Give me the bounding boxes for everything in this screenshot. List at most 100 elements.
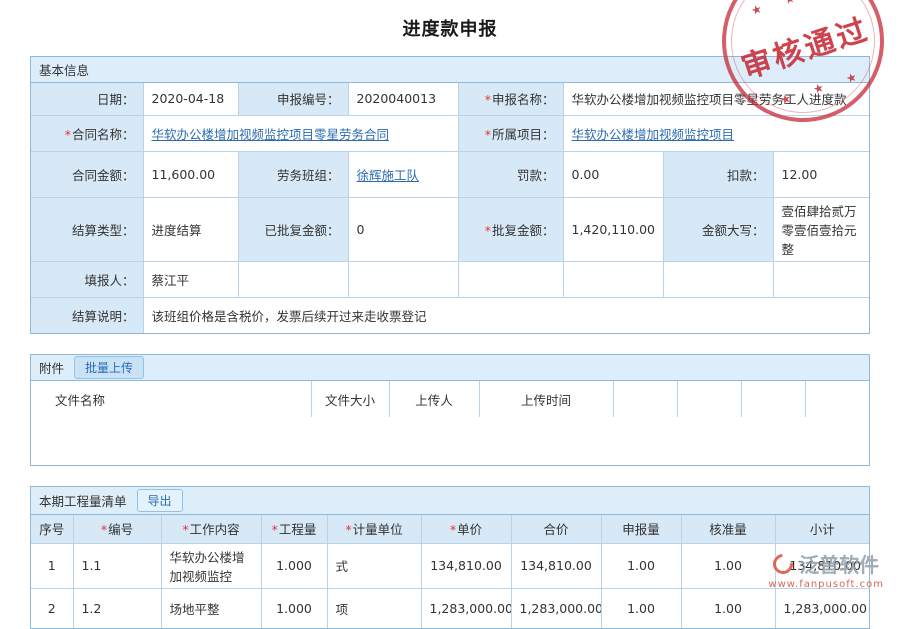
quantity-row: 1 1.1 华软办公楼增加视频监控 1.000 式 134,810.00 134… [31, 543, 869, 588]
labor-team-label: 劳务班组： [238, 151, 348, 197]
brand-url: www.fanpusoft.com [768, 579, 884, 590]
qty-col-content: *工作内容 [161, 515, 261, 543]
empty-cell [563, 261, 663, 297]
approved-amount-value: 0 [348, 197, 458, 261]
qty-col-subtotal: 小计 [775, 515, 869, 543]
batch-upload-button[interactable]: 批量上传 [74, 356, 144, 379]
amount-words-value: 壹佰肆拾贰万零壹佰壹拾元整 [773, 197, 869, 261]
attachments-title: 附件 [39, 358, 64, 377]
empty-cell [773, 261, 869, 297]
cell-approved: 1.00 [681, 543, 775, 588]
declaration-no-label: 申报编号： [238, 83, 348, 115]
cell-seq: 1 [31, 543, 73, 588]
labor-team-link[interactable]: 徐辉施工队 [357, 168, 420, 183]
required-asterisk: * [272, 522, 278, 537]
cell-total: 134,810.00 [511, 543, 601, 588]
attachments-col-file-size: 文件大小 [311, 381, 389, 417]
quantity-list-section: 本期工程量清单 导出 序号 *编号 *工作内容 *工程量 *计量单位 *单价 合… [30, 486, 870, 629]
cell-approved: 1.00 [681, 588, 775, 628]
page-title: 进度款申报 [0, 0, 900, 56]
required-asterisk: * [182, 522, 188, 537]
attachments-col-empty [741, 381, 805, 417]
qty-col-declared: 申报量 [601, 515, 681, 543]
declaration-name-label: *申报名称： [458, 83, 563, 115]
attachments-col-upload-time: 上传时间 [479, 381, 613, 417]
empty-cell [238, 261, 348, 297]
required-asterisk: * [101, 522, 107, 537]
cell-qty: 1.000 [261, 543, 327, 588]
project-link[interactable]: 华软办公楼增加视频监控项目 [572, 127, 735, 142]
empty-cell [663, 261, 773, 297]
fanpu-logo-icon [769, 549, 797, 577]
cell-subtotal: 1,283,000.00 [775, 588, 869, 628]
quantity-list-table: 序号 *编号 *工作内容 *工程量 *计量单位 *单价 合价 申报量 核准量 小… [31, 515, 869, 628]
penalty-value: 0.00 [563, 151, 663, 197]
brand-watermark: 泛普软件 www.fanpusoft.com [768, 549, 884, 590]
cell-seq: 2 [31, 588, 73, 628]
required-asterisk: * [485, 127, 491, 142]
approved-amount-label: 已批复金额： [238, 197, 348, 261]
cell-price: 1,283,000.00 [421, 588, 511, 628]
contract-name-link[interactable]: 华软办公楼增加视频监控项目零星劳务合同 [152, 127, 390, 142]
cell-unit: 式 [327, 543, 421, 588]
reply-amount-label: *批复金额： [458, 197, 563, 261]
attachments-section: 附件 批量上传 文件名称 文件大小 上传人 上传时间 [30, 354, 870, 466]
amount-words-label: 金额大写： [663, 197, 773, 261]
quantity-list-title: 本期工程量清单 [39, 491, 127, 510]
cell-declared: 1.00 [601, 588, 681, 628]
attachments-col-file-name: 文件名称 [31, 381, 311, 417]
qty-col-approved: 核准量 [681, 515, 775, 543]
filler-label: 填报人： [31, 261, 143, 297]
cell-code: 1.1 [73, 543, 161, 588]
contract-name-value: 华软办公楼增加视频监控项目零星劳务合同 [143, 115, 458, 151]
basic-info-header: 基本信息 [31, 57, 869, 83]
settlement-note-value: 该班组价格是含税价，发票后续开过来走收票登记 [143, 297, 869, 333]
settlement-note-label: 结算说明： [31, 297, 143, 333]
labor-team-value: 徐辉施工队 [348, 151, 458, 197]
required-asterisk: * [485, 223, 491, 238]
date-value: 2020-04-18 [143, 83, 238, 115]
contract-amount-label: 合同金额： [31, 151, 143, 197]
required-asterisk: * [65, 127, 71, 142]
attachments-header: 附件 批量上传 [31, 355, 869, 381]
cell-content: 华软办公楼增加视频监控 [161, 543, 261, 588]
basic-info-title: 基本信息 [39, 60, 89, 79]
required-asterisk: * [450, 522, 456, 537]
export-button[interactable]: 导出 [137, 489, 183, 512]
required-asterisk: * [345, 522, 351, 537]
settlement-type-label: 结算类型： [31, 197, 143, 261]
qty-col-total: 合价 [511, 515, 601, 543]
cell-total: 1,283,000.00 [511, 588, 601, 628]
attachments-col-empty [677, 381, 741, 417]
deduction-label: 扣款： [663, 151, 773, 197]
required-asterisk: * [485, 92, 491, 107]
attachments-col-empty [613, 381, 677, 417]
empty-cell [348, 261, 458, 297]
penalty-label: 罚款： [458, 151, 563, 197]
contract-amount-value: 11,600.00 [143, 151, 238, 197]
quantity-row: 2 1.2 场地平整 1.000 项 1,283,000.00 1,283,00… [31, 588, 869, 628]
quantity-list-header: 本期工程量清单 导出 [31, 487, 869, 515]
cell-content: 场地平整 [161, 588, 261, 628]
basic-info-section: 基本信息 日期： 2020-04-18 申报编号： 2020040013 *申报… [30, 56, 870, 334]
brand-name: 泛普软件 [799, 549, 879, 578]
empty-cell [458, 261, 563, 297]
attachments-col-empty [805, 381, 869, 417]
project-label: *所属项目： [458, 115, 563, 151]
attachments-col-uploader: 上传人 [389, 381, 479, 417]
basic-info-table: 日期： 2020-04-18 申报编号： 2020040013 *申报名称： 华… [31, 83, 869, 333]
cell-code: 1.2 [73, 588, 161, 628]
qty-col-price: *单价 [421, 515, 511, 543]
settlement-type-value: 进度结算 [143, 197, 238, 261]
cell-qty: 1.000 [261, 588, 327, 628]
date-label: 日期： [31, 83, 143, 115]
attachments-table: 文件名称 文件大小 上传人 上传时间 [31, 381, 869, 417]
qty-col-qty: *工程量 [261, 515, 327, 543]
declaration-name-value: 华软办公楼增加视频监控项目零星劳务工人进度款 [563, 83, 869, 115]
project-value: 华软办公楼增加视频监控项目 [563, 115, 869, 151]
cell-price: 134,810.00 [421, 543, 511, 588]
cell-unit: 项 [327, 588, 421, 628]
attachments-empty-area [31, 417, 869, 465]
deduction-value: 12.00 [773, 151, 869, 197]
declaration-no-value: 2020040013 [348, 83, 458, 115]
